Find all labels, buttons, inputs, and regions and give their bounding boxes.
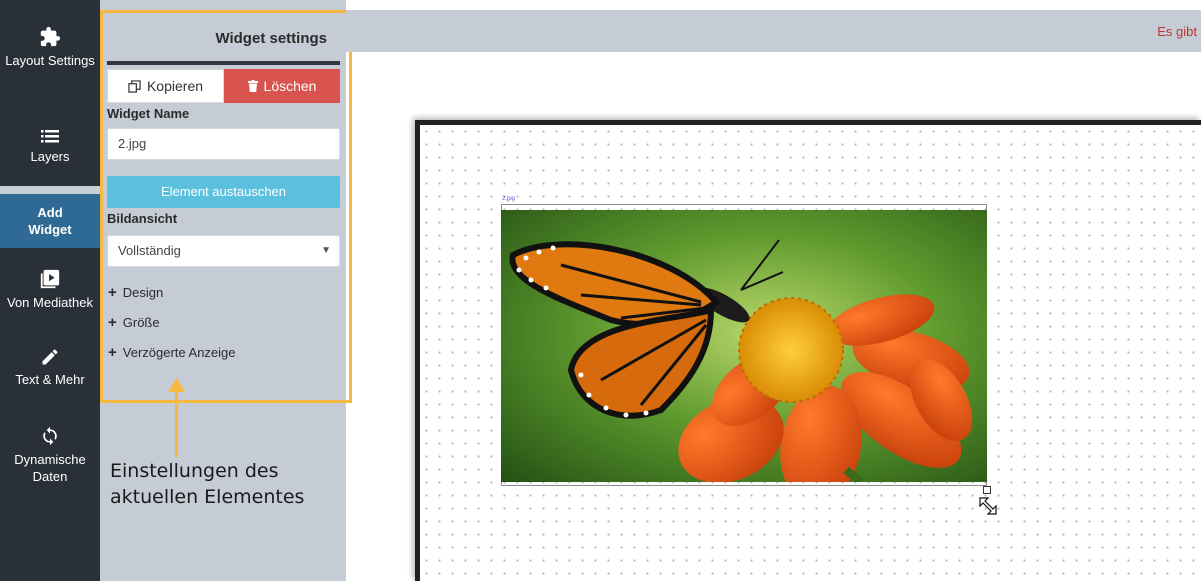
sidebar-item-add-widget[interactable]: Add Widget bbox=[0, 194, 100, 248]
resize-cursor-icon bbox=[979, 497, 997, 515]
annotation-text: Einstellungen des aktuellen Elementes bbox=[110, 458, 350, 510]
list-icon bbox=[41, 130, 59, 143]
accordion-size[interactable]: + Größe bbox=[108, 314, 160, 331]
sidebar-item-mediathek[interactable]: Von Mediathek bbox=[0, 268, 100, 311]
widget-name-label: Widget Name bbox=[107, 106, 190, 121]
sidebar-item-label: Von Mediathek bbox=[6, 295, 93, 310]
delete-button[interactable]: Löschen bbox=[224, 69, 340, 103]
pencil-icon bbox=[42, 349, 58, 365]
butterfly-photo[interactable] bbox=[501, 210, 987, 482]
sidebar-item-label: Layers bbox=[30, 149, 70, 164]
sync-icon bbox=[43, 426, 57, 446]
accordion-delayed-display[interactable]: + Verzögerte Anzeige bbox=[108, 344, 236, 361]
media-play-icon bbox=[40, 269, 60, 289]
sidebar-item-label: Add Widget bbox=[28, 205, 72, 237]
annotation-line-2: aktuellen Elementes bbox=[110, 486, 305, 508]
sidebar-item-label: Dynamische Daten bbox=[14, 452, 86, 484]
sidebar-item-layout-settings[interactable]: Layout Settings bbox=[0, 26, 100, 69]
copy-button-label: Kopieren bbox=[146, 78, 204, 94]
arrow-head-icon bbox=[168, 378, 185, 392]
resize-handle[interactable] bbox=[983, 486, 991, 494]
accordion-label: Design bbox=[122, 285, 164, 300]
butterfly-on-flower-image bbox=[501, 210, 987, 482]
delete-button-label: Löschen bbox=[263, 78, 317, 94]
accordion-label: Verzögerte Anzeige bbox=[122, 345, 236, 360]
view-mode-value: Vollständig bbox=[118, 243, 181, 258]
annotation-line-1: Einstellungen des bbox=[110, 460, 279, 482]
accordion-label: Größe bbox=[122, 315, 160, 330]
sidebar-item-dynamische-daten[interactable]: Dynamische Daten bbox=[0, 425, 100, 485]
trash-icon bbox=[247, 80, 258, 92]
panel-title: Widget settings bbox=[215, 30, 327, 47]
plus-icon: + bbox=[108, 284, 117, 301]
top-notice: Es gibt bbox=[1157, 24, 1197, 39]
sidebar-item-label: Text & Mehr bbox=[15, 372, 85, 387]
accordion-design[interactable]: + Design bbox=[108, 284, 163, 301]
sidebar-item-label: Layout Settings bbox=[5, 53, 95, 68]
main-sidebar: Layout Settings Layers Add Widget Von Me… bbox=[0, 0, 100, 581]
sidebar-item-text-mehr[interactable]: Text & Mehr bbox=[0, 347, 100, 388]
chevron-down-icon: ▼ bbox=[321, 245, 331, 256]
top-bar: Es gibt bbox=[346, 10, 1201, 52]
copy-icon bbox=[128, 79, 141, 93]
puzzle-icon bbox=[40, 26, 61, 47]
widget-name-input[interactable]: 2.jpg bbox=[107, 128, 340, 160]
sidebar-item-layers[interactable]: Layers bbox=[0, 128, 100, 165]
swap-element-button[interactable]: Element austauschen bbox=[107, 176, 340, 208]
panel-title-underline bbox=[107, 61, 340, 65]
copy-button[interactable]: Kopieren bbox=[107, 69, 224, 103]
sidebar-divider bbox=[0, 186, 100, 194]
annotation-arrow bbox=[175, 385, 178, 457]
view-mode-select[interactable]: Vollständig ▼ bbox=[107, 235, 340, 267]
widget-caption: 2.jpg bbox=[502, 196, 516, 202]
view-mode-label: Bildansicht bbox=[107, 211, 178, 226]
plus-icon: + bbox=[108, 344, 117, 361]
plus-icon: + bbox=[108, 314, 117, 331]
